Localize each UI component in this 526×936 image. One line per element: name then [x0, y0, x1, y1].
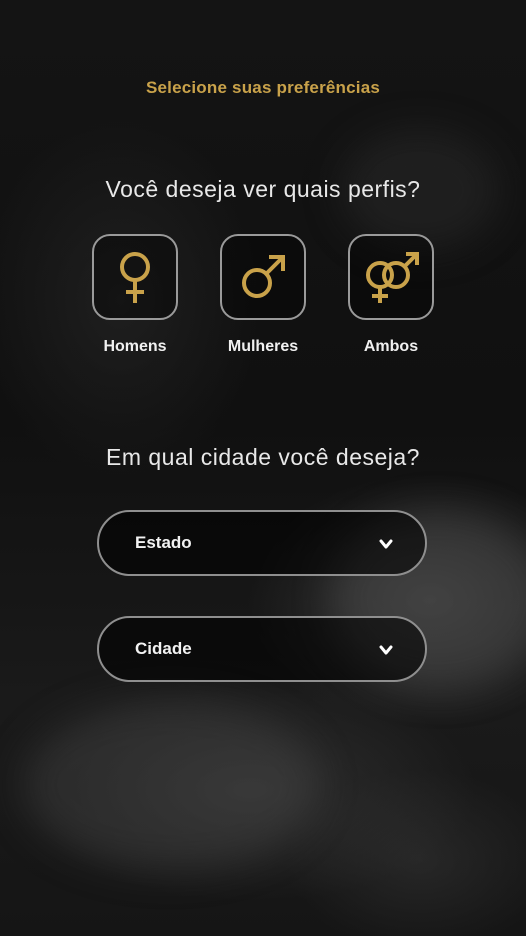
- option-homens-box[interactable]: [92, 234, 178, 320]
- page-title: Selecione suas preferências: [145, 78, 381, 97]
- profile-options: Homens Mulheres Ambos: [88, 234, 438, 364]
- male-symbol-icon: [242, 255, 285, 298]
- option-mulheres[interactable]: Mulheres: [208, 234, 318, 356]
- chevron-down-icon: [379, 645, 393, 655]
- both-genders-icon: [366, 252, 419, 303]
- option-ambos-box[interactable]: [348, 234, 434, 320]
- profiles-question: Você deseja ver quais perfis?: [105, 176, 421, 202]
- city-select[interactable]: Cidade: [97, 616, 427, 682]
- state-select-value: Estado: [135, 533, 192, 552]
- option-mulheres-label: Mulheres: [227, 338, 299, 355]
- city-question: Em qual cidade você deseja?: [106, 444, 420, 470]
- city-select-value: Cidade: [135, 639, 192, 658]
- background-photo-shade: [20, 700, 320, 870]
- state-select[interactable]: Estado: [97, 510, 427, 576]
- option-ambos[interactable]: Ambos: [336, 234, 446, 356]
- female-symbol-icon: [120, 252, 150, 303]
- chevron-down-icon: [379, 539, 393, 549]
- option-mulheres-box[interactable]: [220, 234, 306, 320]
- option-homens[interactable]: Homens: [80, 234, 190, 356]
- option-homens-label: Homens: [103, 338, 167, 355]
- preferences-screen: Selecione suas preferências Você deseja …: [0, 0, 526, 936]
- option-ambos-label: Ambos: [363, 338, 419, 355]
